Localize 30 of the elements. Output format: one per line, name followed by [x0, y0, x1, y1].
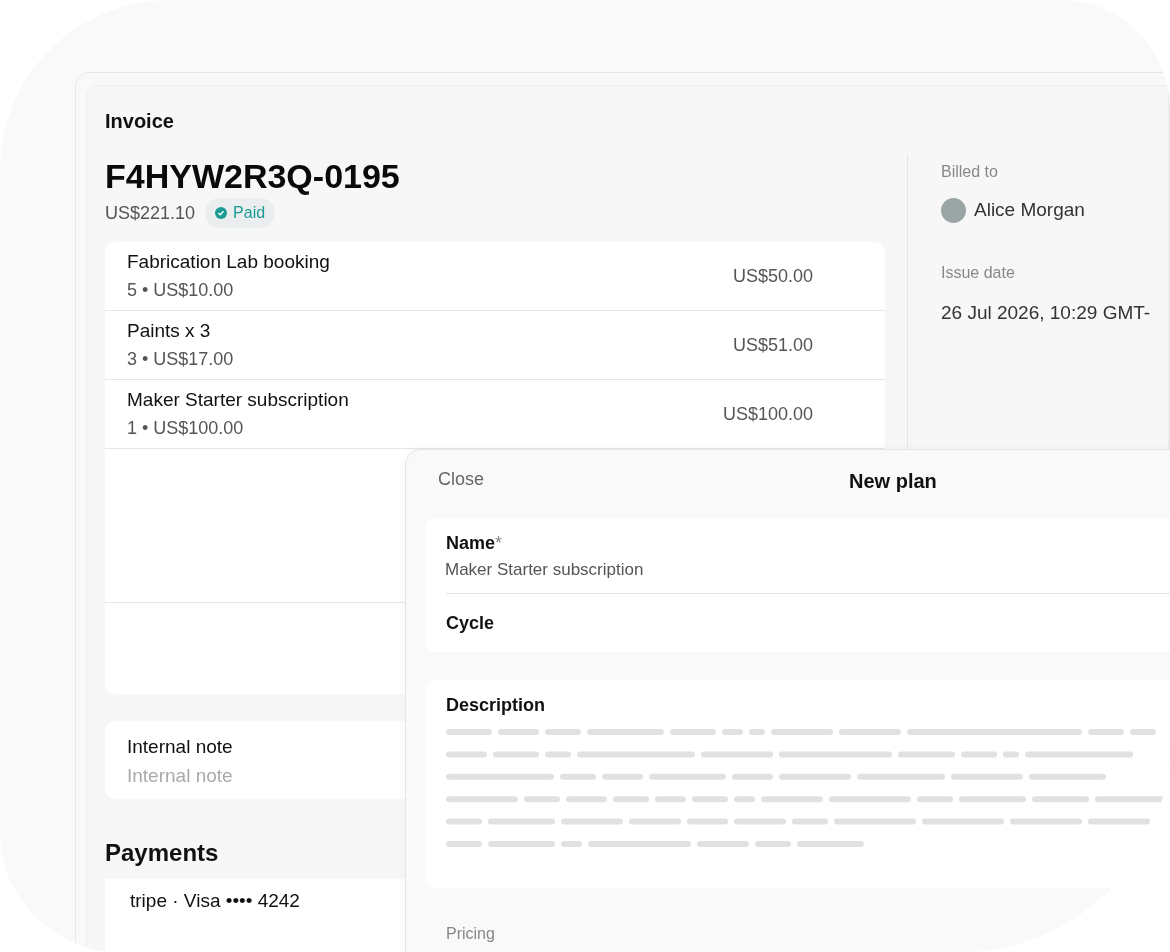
item-name: Paints x 3: [127, 319, 212, 344]
cycle-label: Cycle: [446, 612, 495, 633]
item-name: Maker Starter subscription: [127, 388, 349, 413]
item-amount: US$100.00: [722, 402, 813, 426]
check-icon: [215, 207, 228, 219]
status-badge: Paid: [205, 198, 276, 228]
avatar-icon: [941, 197, 966, 223]
payments-heading: Payments: [105, 838, 220, 868]
close-button[interactable]: Close: [438, 466, 485, 493]
name-field[interactable]: Maker Starter subscription: [445, 557, 845, 583]
item-quantity-price: 5 • US$10.00: [127, 278, 235, 302]
item-quantity-price: 1 • US$100.00: [127, 416, 245, 440]
sheet-title: New plan: [849, 469, 937, 494]
pricing-label: Pricing: [445, 924, 496, 944]
issue-date: 26 Jul 2026, 10:29 GMT-: [941, 300, 1151, 325]
item-name: Fabrication Lab booking: [127, 250, 330, 275]
customer-name: Alice Morgan: [974, 198, 1085, 222]
name-label: Name*: [446, 532, 504, 555]
issue-date-label: Issue date: [941, 262, 1016, 283]
invoice-number: F4HYW2R3Q-0195: [105, 156, 401, 196]
item-quantity-price: 3 • US$17.00: [127, 347, 234, 371]
internal-note-field[interactable]: Internal note: [127, 761, 377, 790]
invoice-heading: Invoice: [105, 109, 175, 134]
invoice-total: US$221.10: [105, 201, 196, 225]
item-amount: US$51.00: [732, 333, 813, 357]
payment-method: tripe · Visa •••• 4242: [130, 890, 300, 911]
description-label: Description: [446, 694, 547, 717]
item-amount: US$50.00: [732, 264, 813, 288]
internal-note-label: Internal note: [127, 735, 234, 759]
billed-to-label: Billed to: [941, 162, 999, 182]
